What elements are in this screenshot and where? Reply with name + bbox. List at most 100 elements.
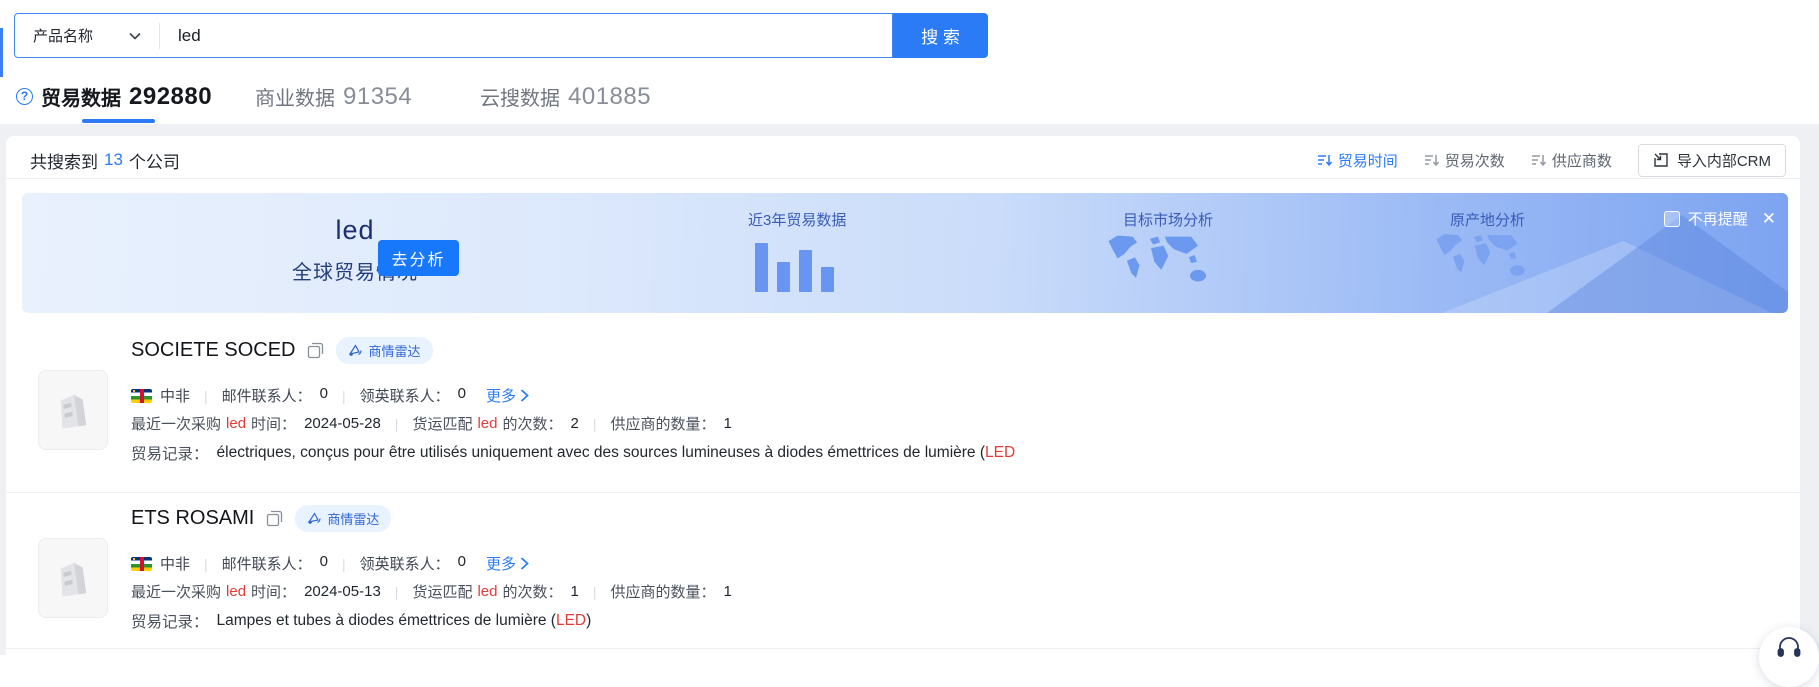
search-category-label: 产品名称 bbox=[33, 25, 93, 46]
tab-business-data[interactable]: 商业数据 91354 bbox=[255, 82, 412, 111]
active-tab-underline bbox=[82, 119, 155, 123]
linkedin-contacts: 领英联系人： 0 bbox=[360, 553, 466, 574]
linkedin-contacts: 领英联系人：0 bbox=[360, 385, 466, 406]
result-count: 共搜索到 13 个公司 bbox=[30, 148, 180, 173]
radar-icon bbox=[348, 343, 362, 357]
copy-icon[interactable] bbox=[307, 342, 324, 359]
company-logo bbox=[38, 370, 108, 450]
data-tabs: ? 贸易数据 292880 商业数据 91354 云搜数据 401885 bbox=[0, 72, 1819, 124]
sort-trade-count[interactable]: 贸易次数 bbox=[1424, 150, 1505, 171]
keyword-highlight: led bbox=[477, 583, 497, 600]
freight-label-post: 的次数： bbox=[502, 581, 562, 602]
search-bar: 产品名称 搜 索 bbox=[14, 13, 988, 58]
supplier-count-value: 1 bbox=[724, 583, 732, 600]
company-card: SOCIETE SOCED 商情雷达 中非 | 邮件联系人： 0 | 领英联系人：… bbox=[6, 336, 1800, 496]
card-divider bbox=[6, 492, 1800, 493]
supplier-label: 供应商的数量： bbox=[610, 581, 715, 602]
purchase-date-value: 2024-05-28 bbox=[304, 415, 381, 432]
import-crm-label: 导入内部CRM bbox=[1677, 150, 1771, 171]
purchase-date-value: 2024-05-13 bbox=[304, 583, 381, 600]
sort-desc-icon bbox=[1424, 153, 1439, 167]
dismiss-label: 不再提醒 bbox=[1688, 208, 1748, 229]
purchase-label-post: 时间： bbox=[251, 581, 296, 602]
separator: | bbox=[395, 416, 399, 432]
tab-label: 贸易数据 bbox=[41, 82, 121, 111]
tab-count: 292880 bbox=[129, 83, 212, 111]
search-category-select[interactable]: 产品名称 bbox=[15, 25, 159, 46]
banner-section-trend-title: 近3年贸易数据 bbox=[748, 209, 846, 230]
building-icon bbox=[50, 387, 96, 433]
tab-trade-data[interactable]: ? 贸易数据 292880 bbox=[16, 82, 212, 111]
separator: | bbox=[204, 556, 208, 572]
trade-record-suffix: ) bbox=[586, 612, 591, 629]
tab-label: 商业数据 bbox=[255, 82, 335, 111]
building-icon bbox=[50, 555, 96, 601]
freight-label: 货运匹配 bbox=[412, 413, 472, 434]
more-link[interactable]: 更多 bbox=[486, 553, 529, 574]
company-card: ETS ROSAMI 商情雷达 中非 | 邮件联系人：0 | 领英联系人： 0 更… bbox=[6, 504, 1800, 664]
linkedin-contacts-label: 领英联系人： bbox=[360, 553, 450, 574]
banner-section-origin-title: 原产地分析 bbox=[1450, 209, 1525, 230]
separator: | bbox=[204, 388, 208, 404]
company-detail-row: 最近一次采购 led 时间： 2024-05-13 | 货运匹配 led 的次数… bbox=[131, 581, 732, 602]
radar-badge[interactable]: 商情雷达 bbox=[336, 337, 432, 364]
more-link[interactable]: 更多 bbox=[486, 385, 529, 406]
freight-count-value: 1 bbox=[571, 583, 579, 600]
separator: | bbox=[342, 556, 346, 572]
result-count-suffix: 个公司 bbox=[129, 148, 180, 173]
analyze-button[interactable]: 去分析 bbox=[378, 240, 459, 276]
close-icon[interactable]: ✕ bbox=[1762, 210, 1776, 227]
search-input[interactable] bbox=[160, 26, 892, 46]
keyword-highlight: led bbox=[226, 415, 246, 432]
tab-cloud-search-data[interactable]: 云搜数据 401885 bbox=[480, 82, 651, 111]
search-box: 产品名称 bbox=[14, 13, 893, 58]
result-count-number: 13 bbox=[104, 150, 123, 170]
dismiss-checkbox[interactable] bbox=[1664, 211, 1680, 227]
tab-count: 91354 bbox=[343, 83, 412, 111]
chevron-down-icon bbox=[129, 32, 141, 40]
company-title-row: SOCIETE SOCED 商情雷达 bbox=[131, 336, 1780, 364]
radar-badge[interactable]: 商情雷达 bbox=[295, 505, 391, 532]
results-panel: 共搜索到 13 个公司 贸易时间 贸易次数 供应商数 导入内部CRM bbox=[6, 136, 1800, 655]
flag-icon bbox=[131, 557, 152, 571]
result-count-prefix: 共搜索到 bbox=[30, 148, 98, 173]
company-main: ETS ROSAMI 商情雷达 中非 | 邮件联系人：0 | 领英联系人：0 更… bbox=[131, 504, 1780, 532]
customer-service-button[interactable] bbox=[1759, 627, 1819, 687]
company-country: 中非 bbox=[160, 385, 190, 406]
trend-bar bbox=[755, 243, 768, 292]
keyword-highlight: led bbox=[226, 583, 246, 600]
trade-record-label: 贸易记录： bbox=[131, 442, 209, 464]
import-crm-button[interactable]: 导入内部CRM bbox=[1638, 144, 1786, 177]
trend-bar bbox=[821, 267, 834, 292]
left-accent-strip bbox=[0, 28, 3, 77]
linkedin-contacts-value: 0 bbox=[458, 553, 466, 574]
supplier-label: 供应商的数量： bbox=[610, 413, 715, 434]
freight-label: 货运匹配 bbox=[412, 581, 472, 602]
search-button[interactable]: 搜 索 bbox=[893, 13, 988, 58]
email-contacts-label: 邮件联系人： bbox=[222, 385, 312, 406]
company-country: 中非 bbox=[160, 553, 190, 574]
sort-label: 供应商数 bbox=[1552, 150, 1612, 171]
company-logo bbox=[38, 538, 108, 618]
email-contacts-value: 0 bbox=[320, 385, 328, 406]
more-label: 更多 bbox=[486, 385, 516, 406]
sort-supplier-count[interactable]: 供应商数 bbox=[1531, 150, 1612, 171]
company-name[interactable]: SOCIETE SOCED bbox=[131, 339, 295, 362]
company-name[interactable]: ETS ROSAMI bbox=[131, 507, 254, 530]
header-divider bbox=[6, 178, 1800, 179]
trade-record-keyword: LED bbox=[556, 612, 586, 629]
trade-record-keyword: LED bbox=[985, 444, 1015, 461]
trend-bar bbox=[777, 262, 790, 292]
purchase-label: 最近一次采购 bbox=[131, 581, 221, 602]
company-title-row: ETS ROSAMI 商情雷达 bbox=[131, 504, 1780, 532]
sort-trade-time[interactable]: 贸易时间 bbox=[1317, 150, 1398, 171]
linkedin-contacts-label: 领英联系人： bbox=[360, 385, 450, 406]
separator: | bbox=[593, 416, 597, 432]
sort-toolbar: 贸易时间 贸易次数 供应商数 导入内部CRM bbox=[1317, 144, 1786, 177]
copy-icon[interactable] bbox=[266, 510, 283, 527]
email-contacts: 邮件联系人：0 bbox=[222, 553, 328, 574]
company-info-row: 中非 | 邮件联系人：0 | 领英联系人：0 更多 bbox=[131, 385, 529, 406]
radar-badge-label: 商情雷达 bbox=[327, 509, 379, 528]
email-contacts-label: 邮件联系人： bbox=[222, 553, 312, 574]
help-icon[interactable]: ? bbox=[16, 88, 33, 105]
